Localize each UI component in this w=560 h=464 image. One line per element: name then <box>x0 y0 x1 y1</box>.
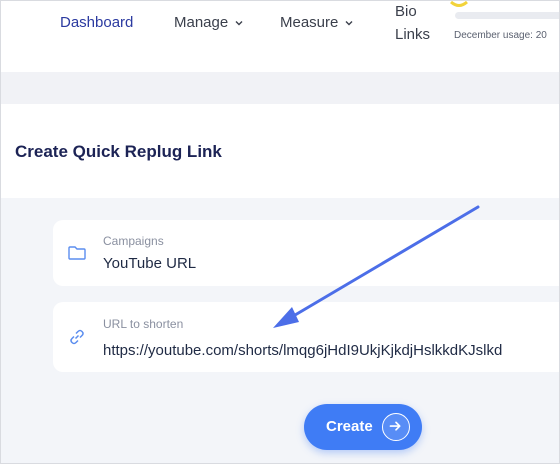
top-navigation: Dashboard Manage Measure Bio Links Decem… <box>0 0 560 73</box>
nav-measure[interactable]: Measure <box>280 14 354 31</box>
panel-title: Create Quick Replug Link <box>15 142 222 161</box>
campaign-select[interactable]: Campaigns YouTube URL <box>53 220 560 286</box>
chevron-down-icon <box>345 20 353 25</box>
url-value: https://youtube.com/shorts/lmqg6jHdI9Ukj… <box>103 342 503 359</box>
page-background-band <box>0 72 560 104</box>
nav-dashboard-label: Dashboard <box>60 14 134 31</box>
create-button[interactable]: Create <box>304 404 422 450</box>
campaign-value: YouTube URL <box>103 255 197 272</box>
arrow-right-icon <box>382 413 410 441</box>
link-icon <box>70 329 84 345</box>
nav-bio-links-label-1: Bio <box>395 3 417 20</box>
nav-measure-label: Measure <box>280 14 339 31</box>
url-input[interactable]: URL to shorten https://youtube.com/short… <box>53 302 560 372</box>
chevron-down-icon <box>235 20 243 25</box>
nav-bio-links-label-2: Links <box>395 26 431 43</box>
folder-icon <box>68 246 86 260</box>
create-button-label: Create <box>326 418 373 435</box>
campaign-label: Campaigns <box>103 234 164 248</box>
decorative-mark <box>450 0 468 7</box>
url-label: URL to shorten <box>103 317 184 331</box>
nav-manage[interactable]: Manage <box>174 14 244 31</box>
nav-dashboard[interactable]: Dashboard <box>60 14 133 31</box>
usage-text: December usage: 20 <box>454 30 547 41</box>
nav-manage-label: Manage <box>174 14 229 31</box>
usage-progress-bar <box>455 12 560 19</box>
nav-bio-links[interactable]: Bio Links <box>395 3 430 44</box>
